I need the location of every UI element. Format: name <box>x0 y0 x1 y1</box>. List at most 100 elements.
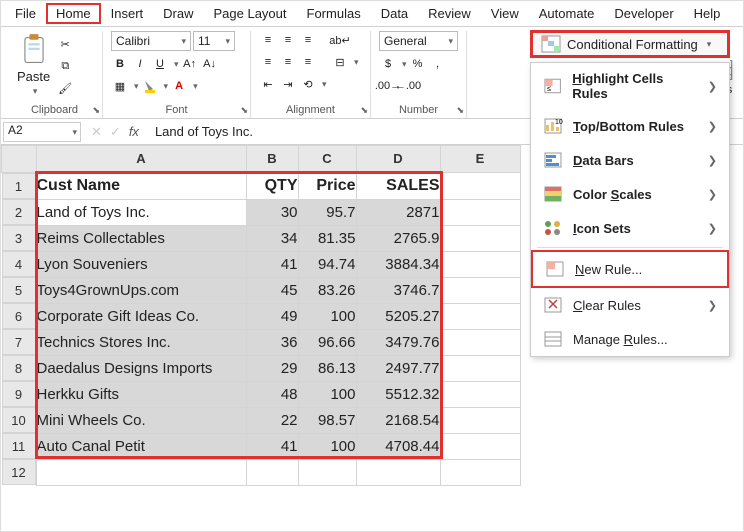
row-header-11[interactable]: 11 <box>2 433 36 459</box>
cell[interactable]: Land of Toys Inc. <box>36 199 246 225</box>
align-top-button[interactable]: ≡ <box>259 31 277 49</box>
cell[interactable]: 3479.76 <box>356 329 440 355</box>
cell[interactable]: 41 <box>246 433 298 459</box>
row-header-4[interactable]: 4 <box>2 251 36 277</box>
cell[interactable] <box>440 381 520 407</box>
cell[interactable]: 29 <box>246 355 298 381</box>
menu-home[interactable]: Home <box>46 3 101 24</box>
cell[interactable] <box>440 251 520 277</box>
menu-automate[interactable]: Automate <box>529 3 605 24</box>
header-cell[interactable]: Price <box>298 173 356 200</box>
row-header-10[interactable]: 10 <box>2 407 36 433</box>
name-box[interactable]: A2▾ <box>3 122 81 142</box>
cell[interactable]: 2871 <box>356 199 440 225</box>
cancel-formula-icon[interactable]: ✕ <box>91 124 102 140</box>
alignment-expand-icon[interactable]: ⬊ <box>360 105 368 116</box>
row-header-8[interactable]: 8 <box>2 355 36 381</box>
cell[interactable]: 94.74 <box>298 251 356 277</box>
cell[interactable] <box>440 303 520 329</box>
cf-item-data-bars[interactable]: Data Bars❯ <box>531 143 729 177</box>
cell[interactable]: 45 <box>246 277 298 303</box>
cell[interactable]: 5512.32 <box>356 381 440 407</box>
cell[interactable]: 95.7 <box>298 199 356 225</box>
conditional-formatting-button[interactable]: Conditional Formatting ▾ <box>530 30 730 58</box>
row-header-5[interactable]: 5 <box>2 277 36 303</box>
menu-file[interactable]: File <box>5 3 46 24</box>
menu-draw[interactable]: Draw <box>153 3 203 24</box>
cf-item-highlight-cells-rules[interactable]: ≤Highlight Cells Rules❯ <box>531 63 729 109</box>
align-bottom-button[interactable]: ≡ <box>299 31 317 49</box>
cell[interactable]: 2168.54 <box>356 407 440 433</box>
cf-item-color-scales[interactable]: Color Scales❯ <box>531 177 729 211</box>
cell[interactable]: 22 <box>246 407 298 433</box>
cell[interactable]: 48 <box>246 381 298 407</box>
number-expand-icon[interactable]: ⬊ <box>456 105 464 116</box>
col-header-C[interactable]: C <box>298 146 356 173</box>
cell[interactable]: 96.66 <box>298 329 356 355</box>
cell[interactable]: Auto Canal Petit <box>36 433 246 459</box>
cell[interactable] <box>356 459 440 485</box>
cell[interactable]: 98.57 <box>298 407 356 433</box>
borders-button[interactable]: ▦ <box>111 77 129 95</box>
cell[interactable] <box>440 225 520 251</box>
orientation-button[interactable]: ⟲ <box>299 75 317 93</box>
cell[interactable]: 3884.34 <box>356 251 440 277</box>
header-cell[interactable]: Cust Name <box>36 173 246 200</box>
merge-button[interactable]: ⊟ <box>331 53 349 71</box>
cf-item-manage-rules-[interactable]: Manage Rules... <box>531 322 729 356</box>
cell[interactable]: 83.26 <box>298 277 356 303</box>
increase-font-button[interactable]: A↑ <box>181 55 199 73</box>
cf-item-clear-rules[interactable]: Clear Rules❯ <box>531 288 729 322</box>
number-format-select[interactable]: General▾ <box>379 31 458 51</box>
cf-item-icon-sets[interactable]: Icon Sets❯ <box>531 211 729 245</box>
cell[interactable]: 49 <box>246 303 298 329</box>
menu-help[interactable]: Help <box>684 3 731 24</box>
menu-page-layout[interactable]: Page Layout <box>204 3 297 24</box>
menu-data[interactable]: Data <box>371 3 418 24</box>
fill-color-button[interactable] <box>141 77 159 95</box>
font-name-select[interactable]: Calibri▾ <box>111 31 191 51</box>
paste-button[interactable]: Paste ▾ <box>15 31 52 99</box>
align-right-button[interactable]: ≡ <box>299 53 317 71</box>
increase-indent-button[interactable]: ⇥ <box>279 75 297 93</box>
italic-button[interactable]: I <box>131 55 149 73</box>
cell[interactable]: Herkku Gifts <box>36 381 246 407</box>
cell[interactable] <box>440 173 520 200</box>
select-all-corner[interactable] <box>2 146 37 173</box>
cell[interactable]: 100 <box>298 433 356 459</box>
cell[interactable]: Reims Collectables <box>36 225 246 251</box>
cell[interactable]: Daedalus Designs Imports <box>36 355 246 381</box>
align-middle-button[interactable]: ≡ <box>279 31 297 49</box>
col-header-E[interactable]: E <box>440 146 520 173</box>
cell[interactable] <box>440 329 520 355</box>
bold-button[interactable]: B <box>111 55 129 73</box>
cell[interactable]: 2765.9 <box>356 225 440 251</box>
menu-developer[interactable]: Developer <box>604 3 683 24</box>
cell[interactable]: 100 <box>298 381 356 407</box>
row-header-2[interactable]: 2 <box>2 199 36 225</box>
wrap-text-button[interactable]: ab↵ <box>331 31 349 49</box>
menu-view[interactable]: View <box>481 3 529 24</box>
currency-button[interactable]: $ <box>379 55 397 73</box>
cut-button[interactable]: ✂ <box>56 35 74 53</box>
cell[interactable]: 5205.27 <box>356 303 440 329</box>
decrease-font-button[interactable]: A↓ <box>201 55 219 73</box>
cell[interactable]: Mini Wheels Co. <box>36 407 246 433</box>
row-header-1[interactable]: 1 <box>2 173 36 199</box>
col-header-A[interactable]: A <box>36 146 246 173</box>
decrease-decimal-button[interactable]: ←.00 <box>399 77 417 95</box>
cell[interactable] <box>298 459 356 485</box>
percent-button[interactable]: % <box>409 55 427 73</box>
cell[interactable] <box>440 407 520 433</box>
font-size-select[interactable]: 11▾ <box>193 31 235 51</box>
col-header-B[interactable]: B <box>246 146 298 173</box>
copy-button[interactable]: ⧉ <box>56 57 74 75</box>
font-expand-icon[interactable]: ⬊ <box>240 105 248 116</box>
align-center-button[interactable]: ≡ <box>279 53 297 71</box>
underline-button[interactable]: U <box>151 55 169 73</box>
row-header-3[interactable]: 3 <box>2 225 36 251</box>
cell[interactable]: 30 <box>246 199 298 225</box>
format-painter-button[interactable]: 🖌 <box>56 79 74 97</box>
cell[interactable]: 34 <box>246 225 298 251</box>
font-color-button[interactable]: A <box>170 77 188 95</box>
